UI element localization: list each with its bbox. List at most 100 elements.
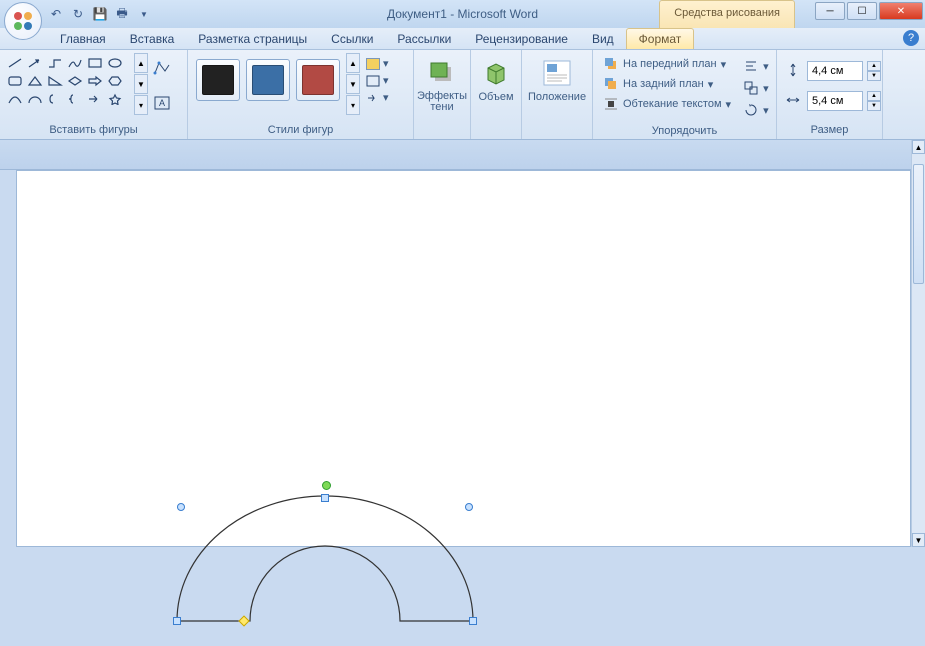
group-size: 4,4 см ▲▼ 5,4 см ▲▼ Размер <box>777 50 883 139</box>
bring-to-front-button[interactable]: На передний план ▾ <box>601 55 733 73</box>
shape-oval-icon[interactable] <box>106 55 124 71</box>
rotate-icon <box>743 102 759 118</box>
shape-diamond-icon[interactable] <box>66 73 84 89</box>
ribbon-tabs: Главная Вставка Разметка страницы Ссылки… <box>0 28 925 50</box>
shape-connector-icon[interactable] <box>46 55 64 71</box>
height-up-icon[interactable]: ▲ <box>867 61 881 71</box>
ruler-area <box>0 140 925 170</box>
close-button[interactable]: ✕ <box>879 2 923 20</box>
shadow-effects-label: Эффекты тени <box>417 91 467 113</box>
width-down-icon[interactable]: ▼ <box>867 101 881 111</box>
shape-fill-button[interactable]: ▾ <box>366 57 389 70</box>
shape-hexagon-icon[interactable] <box>106 73 124 89</box>
change-shape-button[interactable]: ▾ <box>366 91 389 104</box>
text-wrap-icon <box>603 96 619 112</box>
minimize-button[interactable]: ─ <box>815 2 845 20</box>
handle-tr[interactable] <box>465 503 473 511</box>
width-row: 5,4 см ▲▼ <box>783 89 883 113</box>
shape-outline-button[interactable]: ▾ <box>366 74 389 87</box>
outline-icon <box>366 75 380 87</box>
shapes-more-icon[interactable]: ▾ <box>134 95 148 115</box>
width-icon <box>785 92 803 110</box>
shape-right-triangle-icon[interactable] <box>46 73 64 89</box>
shape-brace-icon[interactable] <box>66 91 84 107</box>
document-canvas[interactable] <box>16 170 911 547</box>
quick-access-toolbar: ↶ ↻ 💾 🖶 ▼ <box>48 6 152 22</box>
tab-references[interactable]: Ссылки <box>319 29 385 49</box>
shape-bracket-icon[interactable] <box>46 91 64 107</box>
tab-home[interactable]: Главная <box>48 29 118 49</box>
arch-shape-path <box>177 496 473 621</box>
vertical-scrollbar[interactable]: ▲ ▼ <box>911 140 925 547</box>
handle-tm[interactable] <box>321 494 329 502</box>
style-swatch-2[interactable] <box>246 59 290 101</box>
edit-shape-icon[interactable] <box>152 57 172 77</box>
tab-view[interactable]: Вид <box>580 29 626 49</box>
shape-arrow-right-icon[interactable] <box>86 73 104 89</box>
tab-insert[interactable]: Вставка <box>118 29 187 49</box>
svg-text:A: A <box>159 98 165 108</box>
shape-arc-icon[interactable] <box>26 91 44 107</box>
shadow-effects-button[interactable]: Эффекты тени <box>418 53 466 113</box>
save-icon[interactable]: 💾 <box>92 6 108 22</box>
tab-review[interactable]: Рецензирование <box>463 29 580 49</box>
group-button[interactable]: ▾ <box>741 79 771 97</box>
styles-scroll-down-icon[interactable]: ▼ <box>346 74 360 94</box>
position-label: Положение <box>528 91 586 103</box>
scroll-down-icon[interactable]: ▼ <box>912 533 925 547</box>
redo-icon[interactable]: ↻ <box>70 6 86 22</box>
height-row: 4,4 см ▲▼ <box>783 59 883 83</box>
group-shadow: Эффекты тени <box>414 50 471 139</box>
print-icon[interactable]: 🖶 <box>114 6 130 22</box>
handle-tl[interactable] <box>177 503 185 511</box>
3d-effects-button[interactable]: Объем <box>475 53 517 103</box>
rotate-button[interactable]: ▾ <box>741 101 771 119</box>
width-input[interactable]: 5,4 см <box>807 91 863 111</box>
height-input[interactable]: 4,4 см <box>807 61 863 81</box>
shapes-gallery[interactable] <box>4 53 132 109</box>
width-up-icon[interactable]: ▲ <box>867 91 881 101</box>
tab-format[interactable]: Формат <box>626 28 695 49</box>
styles-gallery <box>192 53 344 107</box>
shape-arrow-icon[interactable] <box>26 55 44 71</box>
shape-triangle-icon[interactable] <box>26 73 44 89</box>
position-button[interactable]: Положение <box>526 53 588 103</box>
send-to-back-button[interactable]: На задний план ▾ <box>601 75 733 93</box>
handle-br[interactable] <box>469 617 477 625</box>
undo-icon[interactable]: ↶ <box>48 6 64 22</box>
help-icon[interactable]: ? <box>903 30 919 46</box>
maximize-button[interactable]: ☐ <box>847 2 877 20</box>
shape-line-icon[interactable] <box>6 55 24 71</box>
group-label-arrange: Упорядочить <box>597 123 772 139</box>
styles-scroll-up-icon[interactable]: ▲ <box>346 53 360 73</box>
scroll-up-icon[interactable]: ▲ <box>912 140 925 154</box>
qat-dropdown-icon[interactable]: ▼ <box>136 6 152 22</box>
tab-page-layout[interactable]: Разметка страницы <box>186 29 319 49</box>
shape-curve-icon[interactable] <box>6 91 24 107</box>
text-wrap-button[interactable]: Обтекание текстом ▾ <box>601 95 733 113</box>
group-label-position <box>526 122 588 138</box>
styles-more-icon[interactable]: ▾ <box>346 95 360 115</box>
shape-arrow2-icon[interactable] <box>86 91 104 107</box>
handle-bl[interactable] <box>173 617 181 625</box>
shape-freeform-icon[interactable] <box>66 55 84 71</box>
window-controls: ─ ☐ ✕ <box>813 2 923 20</box>
scroll-thumb[interactable] <box>913 164 924 284</box>
selected-shape-arch[interactable] <box>172 491 482 646</box>
rotation-handle[interactable] <box>322 481 331 490</box>
style-swatch-1[interactable] <box>196 59 240 101</box>
shapes-scroll-up-icon[interactable]: ▲ <box>134 53 148 73</box>
shape-rect-icon[interactable] <box>86 55 104 71</box>
shape-roundrect-icon[interactable] <box>6 73 24 89</box>
shape-star-icon[interactable] <box>106 91 124 107</box>
3d-effects-label: Объем <box>478 91 513 103</box>
shapes-scroll-down-icon[interactable]: ▼ <box>134 74 148 94</box>
style-swatch-3[interactable] <box>296 59 340 101</box>
height-down-icon[interactable]: ▼ <box>867 71 881 81</box>
tab-mailings[interactable]: Рассылки <box>385 29 463 49</box>
text-box-icon[interactable]: A <box>152 93 172 113</box>
office-button[interactable] <box>4 2 42 40</box>
align-button[interactable]: ▾ <box>741 57 771 75</box>
send-back-icon <box>603 76 619 92</box>
group-label-size: Размер <box>781 122 878 138</box>
